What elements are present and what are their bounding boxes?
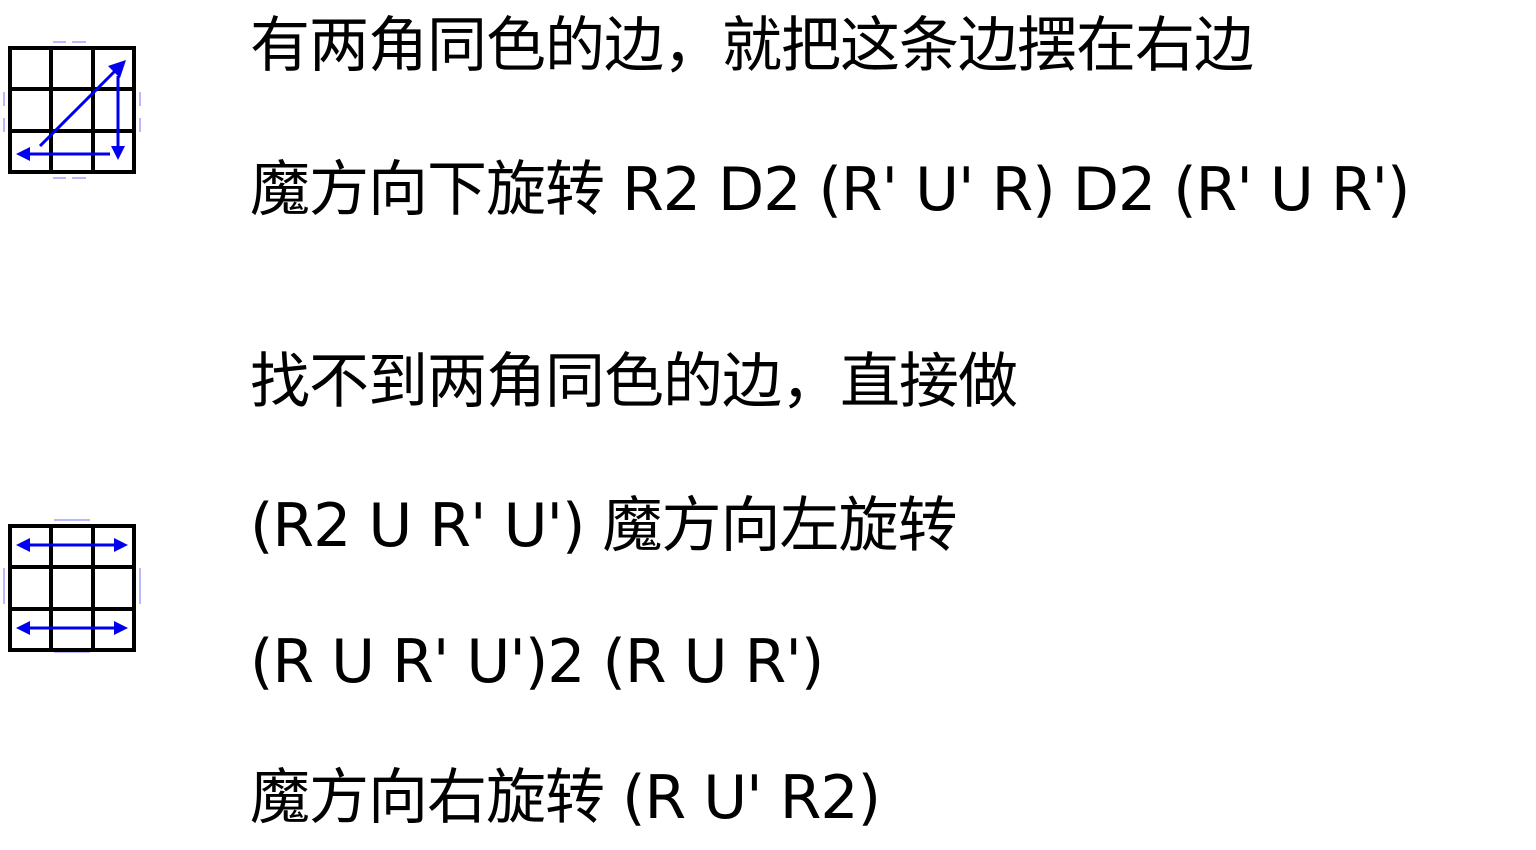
algorithm-line-4: 魔方向右旋转 (R U' R2) [250, 763, 881, 833]
swap-arrows [16, 538, 128, 635]
swap-arrows [16, 60, 126, 161]
algorithm-line-1: 魔方向下旋转 R2 D2 (R' U' R) D2 (R' U R') [250, 155, 1410, 225]
instruction-line-1: 有两角同色的边，就把这条边摆在右边 [250, 11, 1254, 81]
two-edge-swap-diagram [3, 519, 141, 653]
instruction-line-2: 找不到两角同色的边，直接做 [250, 347, 1018, 417]
guide-marks [3, 519, 141, 653]
bottom-left-arrow-head [16, 147, 30, 161]
algorithm-line-3: (R U R' U')2 (R U R') [250, 627, 824, 697]
right-down-arrow-head [111, 146, 125, 160]
algorithm-line-2: (R2 U R' U') 魔方向左旋转 [250, 491, 957, 561]
edge-corners-diagonal-swap-diagram [3, 41, 141, 179]
